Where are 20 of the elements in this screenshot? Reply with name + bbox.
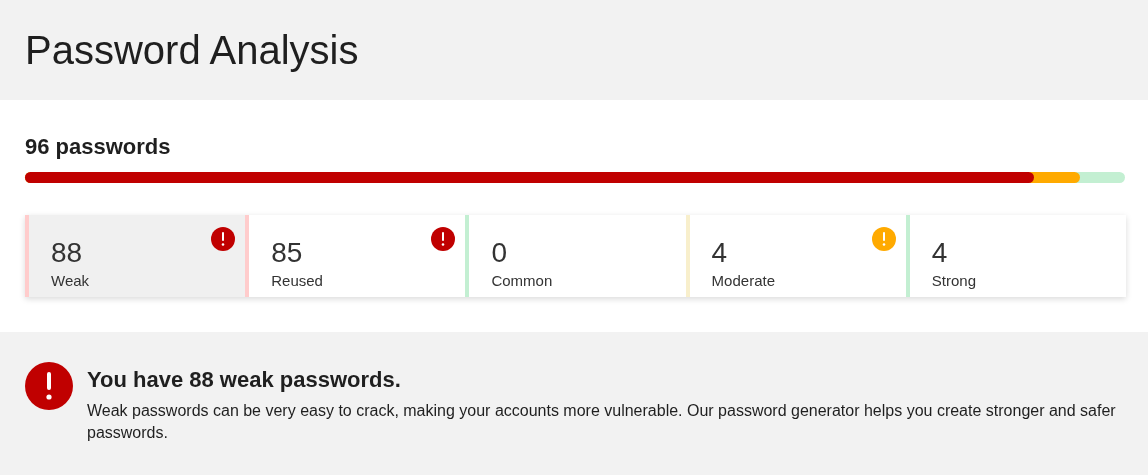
category-label: Common — [491, 273, 554, 288]
message-heading: You have 88 weak passwords. — [87, 366, 402, 394]
category-card[interactable]: 0 Common — [465, 215, 686, 297]
category-label: Strong — [931, 273, 977, 288]
category-label: Moderate — [711, 273, 776, 288]
password-count: 96 passwords — [25, 136, 172, 158]
page-title: Password Analysis — [25, 30, 359, 70]
category-label: Reused — [271, 273, 324, 288]
alert-icon — [25, 362, 73, 410]
message-body: Weak passwords can be very easy to crack, making your accounts more vulnerable. Our password generator helps you create stronger and safer passwords. — [87, 400, 1117, 443]
category-count: 85 — [271, 239, 304, 267]
category-count: 4 — [931, 239, 949, 267]
category-count: 88 — [51, 239, 84, 267]
category-count: 0 — [491, 239, 508, 267]
category-card[interactable]: 4 Strong — [905, 215, 1126, 297]
category-card[interactable]: 88 Weak — [25, 215, 246, 297]
category-card[interactable]: 85 Reused — [245, 215, 466, 297]
category-card[interactable]: 4 Moderate — [685, 215, 906, 297]
category-count: 4 — [711, 239, 729, 267]
category-label: Weak — [51, 273, 91, 288]
